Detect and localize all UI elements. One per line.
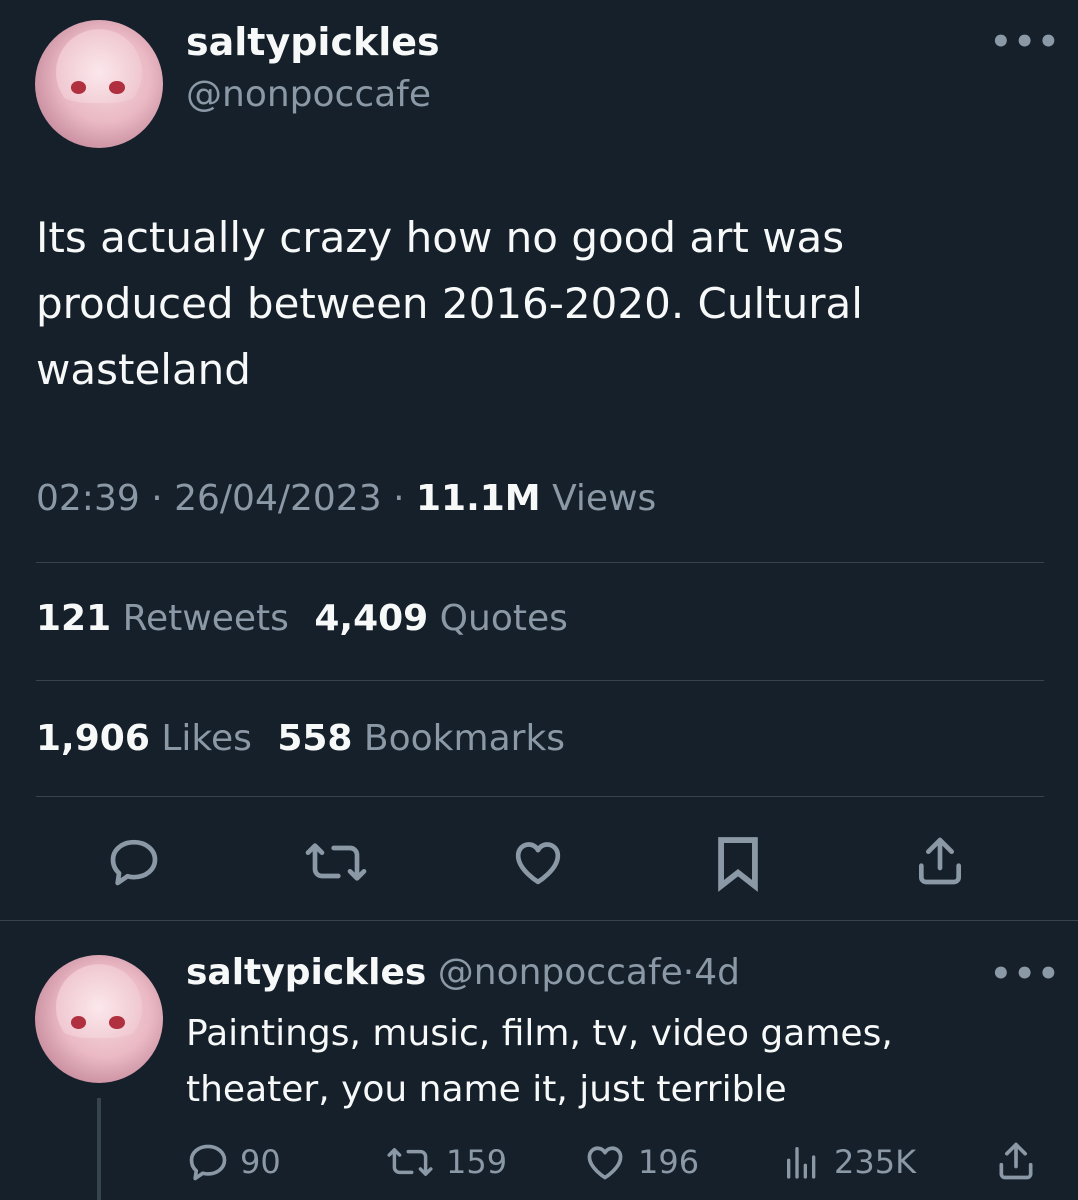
- divider: [36, 562, 1044, 563]
- reply-header: saltypickles @nonpoccafe·4d: [186, 952, 740, 993]
- views-label: Views: [552, 478, 657, 519]
- reply-action-replies[interactable]: 90: [186, 1140, 281, 1184]
- reply-author-avatar[interactable]: [35, 955, 163, 1083]
- retweets-stat[interactable]: 121 Retweets: [36, 598, 300, 639]
- more-options-button[interactable]: •••: [990, 22, 1061, 62]
- reply-text: Paintings, music, film, tv, video games,…: [186, 1013, 893, 1110]
- likes-label: Likes: [161, 718, 252, 759]
- tweet-time[interactable]: 02:39: [36, 478, 140, 519]
- retweet-icon: [384, 1140, 436, 1184]
- views-count: 11.1M: [415, 478, 541, 519]
- retweet-count: 159: [446, 1143, 508, 1181]
- retweet-quote-stats: 121 Retweets 4,409 Quotes: [36, 598, 568, 639]
- quotes-stat[interactable]: 4,409 Quotes: [314, 598, 568, 639]
- author-handle[interactable]: @nonpoccafe: [186, 74, 431, 115]
- reply-action-retweets[interactable]: 159: [384, 1140, 507, 1184]
- likes-bookmarks-stats: 1,906 Likes 558 Bookmarks: [36, 718, 565, 759]
- retweets-count: 121: [36, 598, 112, 639]
- reply-display-name[interactable]: saltypickles: [186, 952, 426, 993]
- thread-connector-line: [97, 1098, 101, 1200]
- like-count: 196: [638, 1143, 700, 1181]
- likes-count: 1,906: [36, 718, 150, 759]
- reply-age[interactable]: 4d: [694, 952, 740, 993]
- share-icon[interactable]: [912, 832, 968, 890]
- reply-share-icon[interactable]: [994, 1138, 1038, 1184]
- reply-action-views[interactable]: 235K: [782, 1140, 916, 1184]
- quotes-count: 4,409: [314, 598, 429, 639]
- like-icon[interactable]: [508, 834, 568, 890]
- meta-separator: ·: [393, 478, 405, 519]
- meta-separator: ·: [151, 478, 163, 519]
- views-count: 235K: [834, 1143, 917, 1181]
- reply-icon[interactable]: [106, 834, 162, 890]
- reply-icon: [186, 1140, 230, 1184]
- reply-count: 90: [240, 1143, 281, 1181]
- bookmarks-stat[interactable]: 558 Bookmarks: [277, 718, 565, 759]
- divider: [36, 680, 1044, 681]
- bookmarks-count: 558: [277, 718, 353, 759]
- views-chart-icon: [782, 1140, 822, 1184]
- divider: [36, 796, 1044, 797]
- reply-more-options-button[interactable]: •••: [990, 954, 1061, 994]
- tweet-meta: 02:39 · 26/04/2023 · 11.1M Views: [36, 478, 656, 519]
- like-icon: [582, 1140, 628, 1184]
- tweet-text: Its actually crazy how no good art was p…: [36, 213, 863, 394]
- bookmark-icon[interactable]: [712, 834, 764, 892]
- retweet-icon[interactable]: [300, 834, 372, 890]
- quotes-label: Quotes: [439, 598, 568, 639]
- bookmarks-label: Bookmarks: [363, 718, 566, 759]
- author-avatar[interactable]: [35, 20, 163, 148]
- retweets-label: Retweets: [122, 598, 289, 639]
- reply-action-likes[interactable]: 196: [582, 1140, 699, 1184]
- meta-separator: ·: [682, 952, 695, 993]
- divider: [0, 920, 1078, 921]
- tweet-date[interactable]: 26/04/2023: [174, 478, 382, 519]
- author-display-name[interactable]: saltypickles: [186, 20, 440, 64]
- reply-handle[interactable]: @nonpoccafe: [438, 952, 683, 993]
- likes-stat[interactable]: 1,906 Likes: [36, 718, 263, 759]
